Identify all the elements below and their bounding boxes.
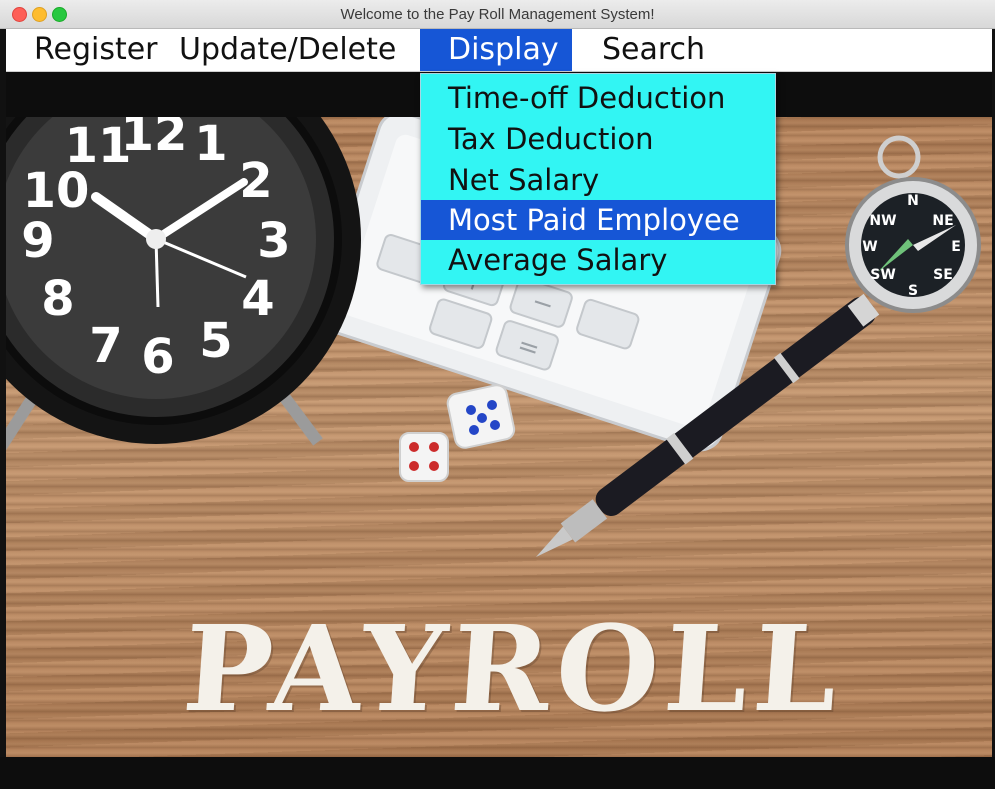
svg-text:4: 4 [241,271,274,327]
menu-bar: Register Update/Delete Display Search [6,29,992,72]
payroll-heading: PAYROLL [179,599,848,738]
svg-text:5: 5 [199,313,232,369]
svg-text:N: N [907,193,919,209]
svg-text:SE: SE [933,267,953,283]
menu-item-average-salary[interactable]: Average Salary [421,240,775,280]
menu-item-time-off-deduction[interactable]: Time-off Deduction [421,78,775,118]
alarm-clock: 12 1 2 3 4 5 6 7 8 9 10 11 [6,117,361,451]
svg-text:S: S [908,283,918,299]
svg-text:NW: NW [869,213,896,229]
menu-update-delete[interactable]: Update/Delete [151,29,424,71]
app-window: Welcome to the Pay Roll Management Syste… [0,0,995,789]
menu-item-most-paid-employee[interactable]: Most Paid Employee [421,200,775,240]
svg-text:3: 3 [257,213,290,269]
svg-text:SW: SW [870,267,896,283]
display-menu-dropdown: Time-off Deduction Tax Deduction Net Sal… [420,73,776,285]
svg-text:6: 6 [141,329,174,385]
svg-text:7: 7 [89,318,122,374]
svg-text:E: E [951,239,961,255]
window-title: Welcome to the Pay Roll Management Syste… [340,6,655,23]
menu-display[interactable]: Display [420,29,572,71]
bottom-band [0,757,995,789]
svg-text:NE: NE [932,213,953,229]
svg-text:8: 8 [41,271,74,327]
menu-search[interactable]: Search [574,29,733,71]
svg-text:11: 11 [65,118,132,174]
svg-text:9: 9 [21,213,54,269]
svg-text:W: W [862,239,877,255]
menu-item-net-salary[interactable]: Net Salary [421,160,775,200]
compass: N NE E SE S SW W NW [845,135,981,313]
title-bar[interactable]: Welcome to the Pay Roll Management Syste… [0,0,995,29]
dice [399,384,516,482]
menu-item-tax-deduction[interactable]: Tax Deduction [421,119,775,159]
svg-text:1: 1 [194,117,227,172]
